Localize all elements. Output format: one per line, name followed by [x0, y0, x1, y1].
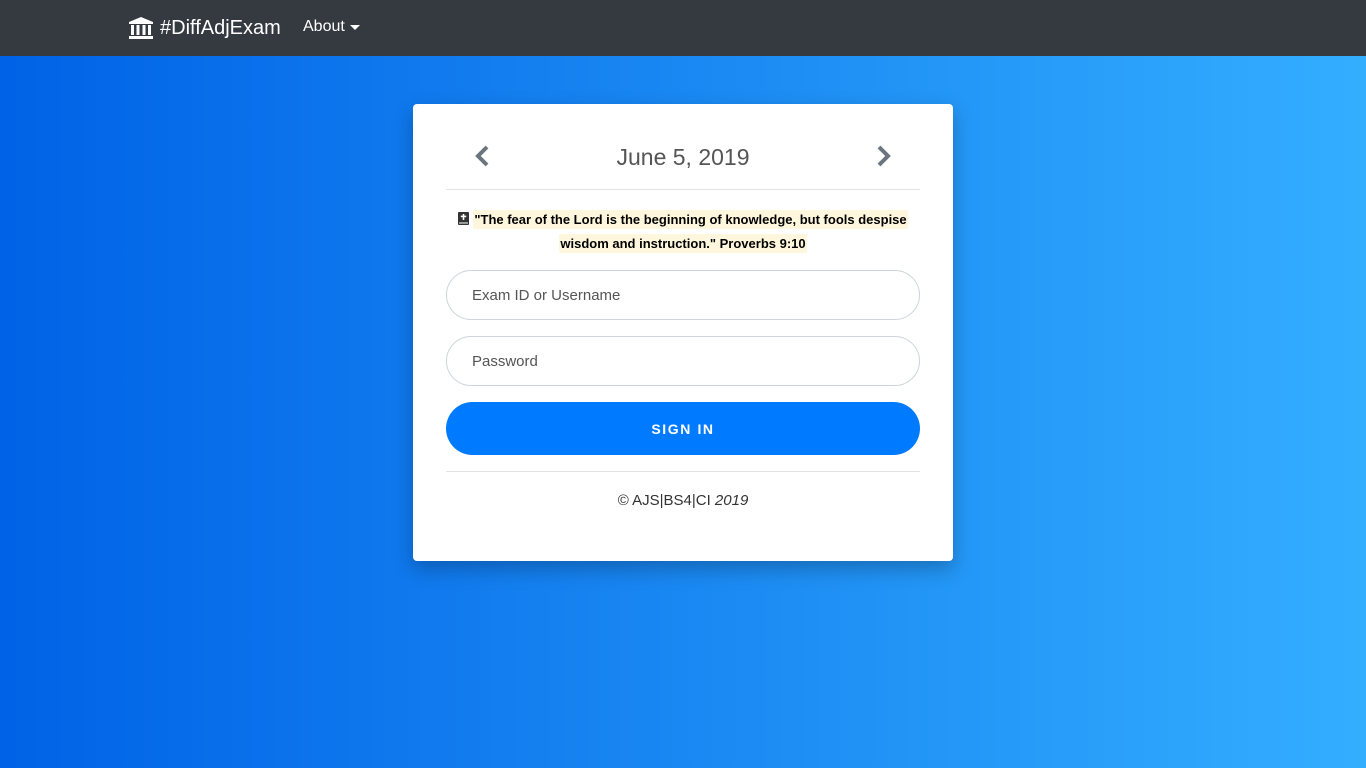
bible-verse: "The fear of the Lord is the beginning o… [446, 208, 920, 256]
username-input[interactable] [446, 270, 920, 320]
copyright-text: © AJS|BS4|CI [617, 492, 711, 509]
about-label: About [303, 18, 345, 35]
date-navigator: June 5, 2019 [446, 134, 920, 178]
caret-down-icon [349, 24, 360, 30]
copyright-year: 2019 [714, 492, 749, 509]
current-date: June 5, 2019 [616, 144, 750, 170]
divider [446, 189, 920, 190]
brand-link[interactable]: #DiffAdjExam [128, 14, 281, 42]
chevron-right-icon[interactable] [872, 142, 896, 170]
password-input[interactable] [446, 336, 920, 386]
navbar: #DiffAdjExam About [0, 0, 1366, 56]
bible-icon [458, 209, 470, 225]
footer-copyright: © AJS|BS4|CI 2019 [446, 492, 920, 509]
verse-line-2: wisdom and instruction." Proverbs 9:10 [559, 234, 807, 253]
login-card: June 5, 2019 "The fear of the Lord is th… [413, 104, 953, 561]
about-dropdown[interactable]: About [303, 18, 360, 36]
brand-text: #DiffAdjExam [160, 16, 281, 39]
verse-line-1: "The fear of the Lord is the beginning o… [473, 210, 908, 229]
sign-in-button[interactable]: SIGN IN [446, 402, 920, 455]
divider [446, 471, 920, 472]
university-icon [128, 16, 154, 40]
